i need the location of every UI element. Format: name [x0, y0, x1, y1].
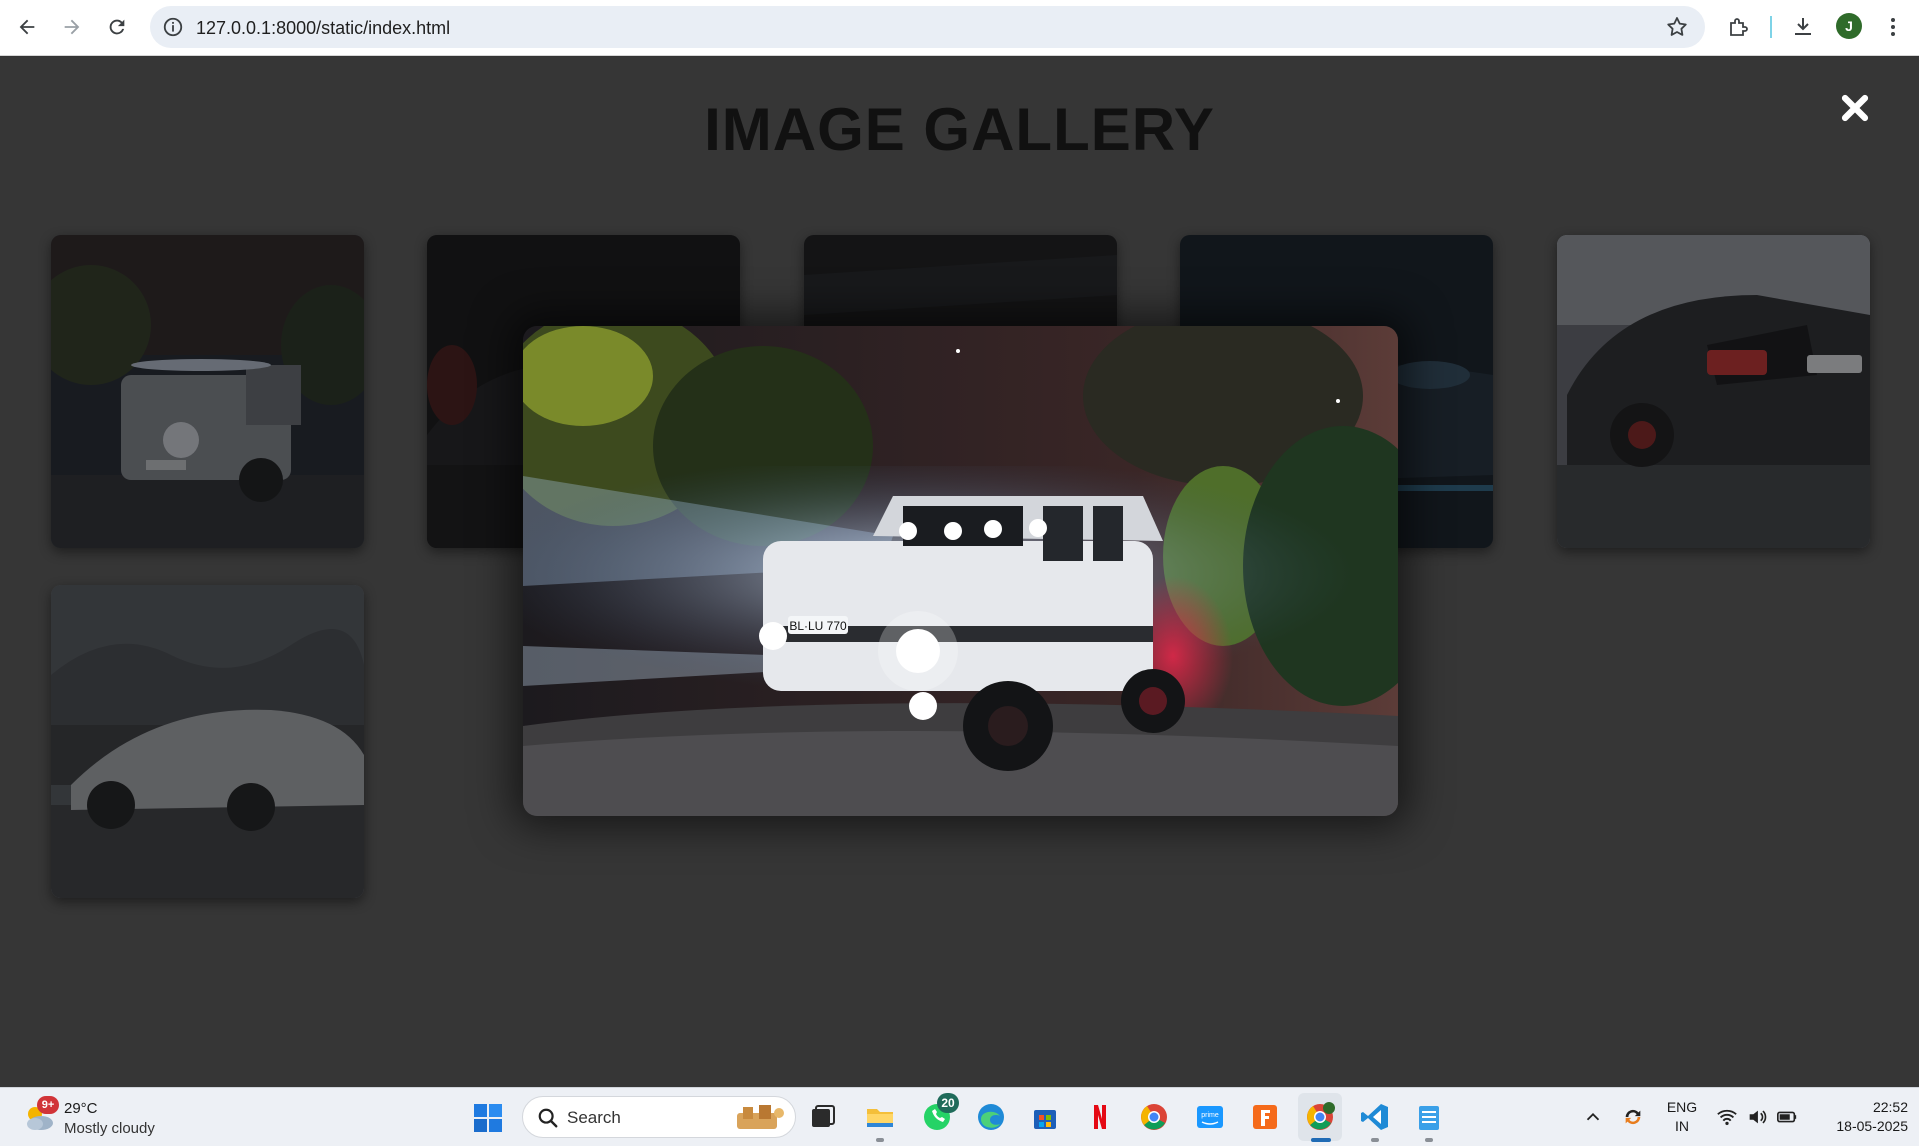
gallery-thumbnail[interactable]	[51, 585, 364, 898]
speaker-icon	[1749, 1110, 1767, 1124]
netflix-icon	[1094, 1105, 1106, 1129]
system-clock[interactable]: 22:52 18-05-2025	[1808, 1098, 1908, 1136]
chrome-button[interactable]	[1135, 1098, 1173, 1136]
running-indicator	[1371, 1138, 1379, 1142]
file-explorer-button[interactable]	[861, 1098, 899, 1136]
weather-temperature: 29°C	[64, 1100, 98, 1117]
downloads-button[interactable]	[1788, 12, 1818, 42]
gallery-thumbnail[interactable]	[51, 235, 364, 548]
reload-button[interactable]	[100, 10, 134, 44]
folder-icon	[867, 1109, 893, 1127]
search-highlight-illustration-icon	[737, 1105, 784, 1129]
forward-button[interactable]	[55, 10, 89, 44]
kebab-menu-icon	[1891, 18, 1895, 36]
show-hidden-icons-button[interactable]	[1580, 1104, 1606, 1130]
gallery-thumbnail[interactable]	[1557, 235, 1870, 548]
running-indicator	[876, 1138, 884, 1142]
search-icon	[538, 1108, 558, 1128]
bookmark-star-icon[interactable]	[1665, 15, 1689, 39]
taskbar-search-box[interactable]: Search	[522, 1096, 796, 1138]
notepad-button[interactable]	[1410, 1098, 1448, 1136]
address-bar[interactable]: 127.0.0.1:8000/static/index.html	[150, 6, 1705, 48]
dim-overlay	[51, 585, 364, 898]
chrome-profile-icon	[1307, 1102, 1335, 1130]
chrome-profile-button[interactable]	[1301, 1098, 1339, 1136]
vscode-icon	[1361, 1104, 1388, 1130]
license-plate-text: BL·LU 770	[789, 619, 847, 633]
wifi-icon	[1717, 1109, 1737, 1126]
vscode-button[interactable]	[1356, 1098, 1394, 1136]
gallery-page: IMAGE GALLERY BL·LU 770	[0, 57, 1919, 1087]
extensions-button[interactable]	[1724, 12, 1754, 42]
url-text[interactable]: 127.0.0.1:8000/static/index.html	[196, 18, 450, 39]
search-placeholder: Search	[567, 1108, 621, 1127]
running-indicator	[1425, 1138, 1433, 1142]
netflix-button[interactable]	[1081, 1098, 1119, 1136]
fiverr-app-button[interactable]	[1246, 1098, 1284, 1136]
clock-date: 18-05-2025	[1836, 1118, 1908, 1134]
puzzle-icon	[1730, 18, 1748, 36]
toolbar-divider	[1770, 16, 1772, 38]
chevron-up-icon	[1586, 1112, 1600, 1121]
language-region: IN	[1675, 1118, 1689, 1134]
weather-alert-badge: 9+	[37, 1096, 59, 1114]
windows-taskbar: 9+ 29°C Mostly cloudy Search 20 prime EN…	[0, 1087, 1919, 1146]
weather-widget[interactable]: 9+ 29°C Mostly cloudy	[20, 1096, 180, 1140]
back-button[interactable]	[10, 10, 44, 44]
sync-tray-button[interactable]	[1620, 1104, 1646, 1130]
dim-overlay	[51, 235, 364, 548]
download-icon	[1795, 18, 1811, 35]
prime-video-button[interactable]: prime	[1191, 1098, 1229, 1136]
arrow-left-icon	[19, 19, 35, 35]
whatsapp-unread-badge: 20	[937, 1093, 959, 1113]
close-icon[interactable]	[1838, 91, 1872, 125]
language-indicator[interactable]: ENG IN	[1662, 1098, 1702, 1136]
sync-icon	[1625, 1109, 1641, 1125]
edge-button[interactable]	[972, 1098, 1010, 1136]
chrome-icon	[1141, 1104, 1167, 1130]
browser-toolbar: 127.0.0.1:8000/static/index.html J	[0, 0, 1919, 56]
notepad-icon	[1419, 1106, 1439, 1130]
white-g-wagon-photo: BL·LU 770	[523, 326, 1398, 816]
language-code: ENG	[1666, 1099, 1698, 1115]
task-view-button[interactable]	[803, 1098, 841, 1136]
battery-icon	[1777, 1111, 1797, 1123]
windows-start-icon[interactable]	[472, 1102, 504, 1134]
profile-avatar[interactable]: J	[1836, 13, 1862, 39]
microsoft-store-button[interactable]	[1026, 1098, 1064, 1136]
task-view-icon	[812, 1105, 835, 1127]
site-info-icon[interactable]	[162, 16, 184, 38]
active-indicator	[1311, 1138, 1331, 1142]
store-icon	[1034, 1110, 1056, 1129]
clock-time: 22:52	[1872, 1099, 1908, 1115]
page-title: IMAGE GALLERY	[704, 96, 1215, 163]
battery-button[interactable]	[1774, 1104, 1800, 1130]
wifi-button[interactable]	[1714, 1104, 1740, 1130]
edge-icon	[978, 1104, 1004, 1130]
prime-video-icon: prime	[1197, 1106, 1223, 1128]
arrow-right-icon	[64, 19, 80, 35]
fiverr-app-icon	[1253, 1105, 1277, 1129]
volume-button[interactable]	[1744, 1104, 1770, 1130]
menu-button[interactable]	[1878, 12, 1908, 42]
svg-text:prime: prime	[1201, 1112, 1219, 1119]
lightbox-image[interactable]: BL·LU 770	[523, 326, 1398, 816]
weather-condition: Mostly cloudy	[64, 1120, 155, 1137]
reload-icon	[109, 19, 125, 35]
dim-overlay	[1557, 235, 1870, 548]
